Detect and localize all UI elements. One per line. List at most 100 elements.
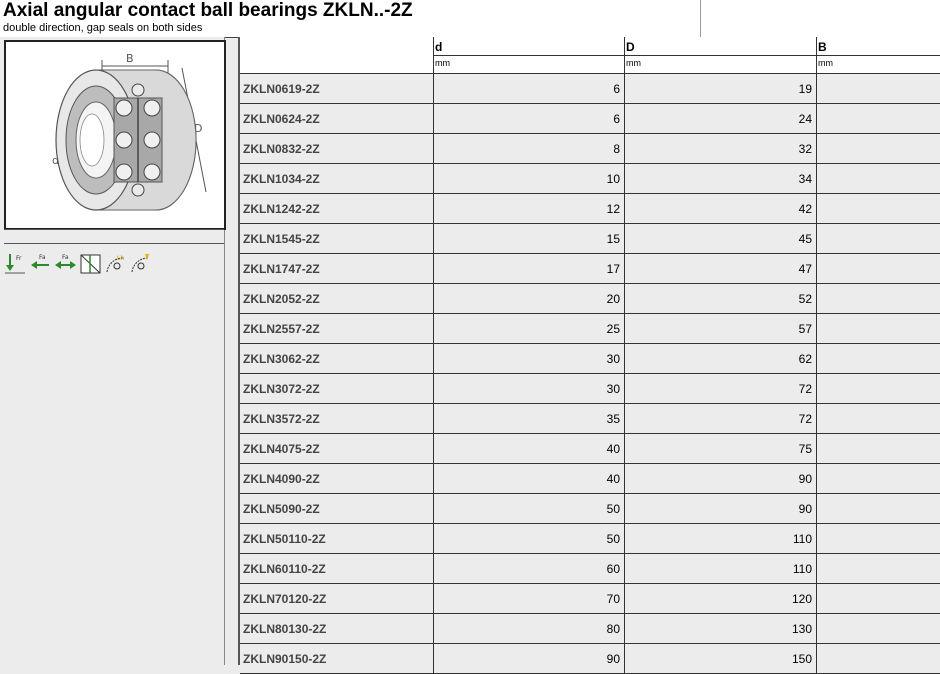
divider [4,229,224,230]
dimension-d-cell: 50 [434,524,625,554]
dimension-d-cell: 12 [434,194,625,224]
axial-load-left-icon[interactable]: Fa [30,252,51,276]
dimension-d-cell: 40 [434,464,625,494]
dimension-B-cell [817,284,940,314]
dimension-d-cell: 40 [434,434,625,464]
dimension-d-cell: 70 [434,584,625,614]
dimension-B-cell [817,584,940,614]
dimension-D-cell: 34 [625,164,817,194]
dimension-D-cell: 24 [625,104,817,134]
dimension-D-cell: 57 [625,314,817,344]
dimension-d-cell: 30 [434,344,625,374]
table-row[interactable]: ZKLN0624-2Z 6 24 [240,104,940,134]
dimension-B-cell [817,254,940,284]
table-row[interactable]: ZKLN5090-2Z 50 90 [240,494,940,524]
table-row[interactable]: ZKLN4075-2Z 40 75 [240,434,940,464]
dimension-B-cell [817,554,940,584]
dimension-D-cell: 150 [625,644,817,674]
designation-cell[interactable]: ZKLN1242-2Z [240,194,434,224]
svg-text:Lh: Lh [117,255,124,262]
designation-cell[interactable]: ZKLN3062-2Z [240,344,434,374]
designation-cell[interactable]: ZKLN4075-2Z [240,434,434,464]
table-row[interactable]: ZKLN70120-2Z 70 120 [240,584,940,614]
table-row[interactable]: ZKLN1545-2Z 15 45 [240,224,940,254]
designation-cell[interactable]: ZKLN5090-2Z [240,494,434,524]
table-row[interactable]: ZKLN50110-2Z 50 110 [240,524,940,554]
table-row[interactable]: ZKLN3062-2Z 30 62 [240,344,940,374]
dimension-D-cell: 32 [625,134,817,164]
rotation-speed-icon[interactable] [130,252,151,276]
designation-cell[interactable]: ZKLN70120-2Z [240,584,434,614]
bearing-drawing: B D d [4,40,226,230]
column-header [240,37,434,73]
column-unit: mm [434,55,624,72]
dimension-D-cell: 52 [625,284,817,314]
table-row[interactable]: ZKLN3072-2Z 30 72 [240,374,940,404]
axial-load-both-icon[interactable]: Fa [55,252,76,276]
designation-cell[interactable]: ZKLN2557-2Z [240,314,434,344]
page-subtitle: double direction, gap seals on both side… [3,22,203,34]
designation-cell[interactable]: ZKLN3072-2Z [240,374,434,404]
dimension-d-cell: 10 [434,164,625,194]
bearing-illustration: B D d [52,52,207,211]
designation-cell[interactable]: ZKLN3572-2Z [240,404,434,434]
dimension-B-cell [817,194,940,224]
designation-cell[interactable]: ZKLN0624-2Z [240,104,434,134]
designation-cell[interactable]: ZKLN0832-2Z [240,134,434,164]
column-unit: mm [817,55,940,72]
table-row[interactable]: ZKLN4090-2Z 40 90 [240,464,940,494]
label-B: B [126,52,134,65]
dimension-D-cell: 19 [625,74,817,104]
designation-cell[interactable]: ZKLN1545-2Z [240,224,434,254]
dimension-B-cell [817,464,940,494]
dimension-B-cell [817,494,940,524]
table-row[interactable]: ZKLN1242-2Z 12 42 [240,194,940,224]
dimension-B-cell [817,314,940,344]
designation-cell[interactable]: ZKLN90150-2Z [240,644,434,674]
table-row[interactable]: ZKLN90150-2Z 90 150 [240,644,940,674]
designation-cell[interactable]: ZKLN0619-2Z [240,74,434,104]
dimension-d-cell: 90 [434,644,625,674]
rotation-lubrication-icon[interactable]: Lh [105,252,126,276]
table-row[interactable]: ZKLN1747-2Z 17 47 [240,254,940,284]
table-row[interactable]: ZKLN0619-2Z 6 19 [240,74,940,104]
dimension-d-cell: 50 [434,494,625,524]
dimension-d-cell: 15 [434,224,625,254]
table-row[interactable]: ZKLN3572-2Z 35 72 [240,404,940,434]
table-row[interactable]: ZKLN0832-2Z 8 32 [240,134,940,164]
designation-cell[interactable]: ZKLN1747-2Z [240,254,434,284]
dimension-D-cell: 110 [625,554,817,584]
column-symbol: B [818,40,827,54]
designation-cell[interactable]: ZKLN80130-2Z [240,614,434,644]
dimension-D-cell: 75 [625,434,817,464]
dimension-D-cell: 45 [625,224,817,254]
left-panel: B D d Fr Fa Fa Lh [0,37,226,665]
page-title: Axial angular contact ball bearings ZKLN… [3,0,413,21]
table-row[interactable]: ZKLN80130-2Z 80 130 [240,614,940,644]
dimension-d-cell: 8 [434,134,625,164]
designation-cell[interactable]: ZKLN50110-2Z [240,524,434,554]
radial-load-icon[interactable]: Fr [5,252,26,276]
dimension-B-cell [817,344,940,374]
column-header: Bmm [817,37,940,73]
designation-cell[interactable]: ZKLN2052-2Z [240,284,434,314]
dimension-d-cell: 6 [434,74,625,104]
dimension-B-cell [817,614,940,644]
table-row[interactable]: ZKLN60110-2Z 60 110 [240,554,940,584]
column-header: Dmm [625,37,817,73]
table-row[interactable]: ZKLN2052-2Z 20 52 [240,284,940,314]
table-row[interactable]: ZKLN2557-2Z 25 57 [240,314,940,344]
dimension-d-cell: 17 [434,254,625,284]
designation-cell[interactable]: ZKLN4090-2Z [240,464,434,494]
dimension-B-cell [817,164,940,194]
sealed-bearing-icon[interactable] [80,252,101,276]
designation-cell[interactable]: ZKLN60110-2Z [240,554,434,584]
dimension-D-cell: 72 [625,374,817,404]
table-row[interactable]: ZKLN1034-2Z 10 34 [240,164,940,194]
dimension-D-cell: 90 [625,494,817,524]
column-header: d mm [434,37,625,73]
designation-cell[interactable]: ZKLN1034-2Z [240,164,434,194]
dimension-D-cell: 42 [625,194,817,224]
dimension-B-cell [817,374,940,404]
divider [4,243,224,244]
